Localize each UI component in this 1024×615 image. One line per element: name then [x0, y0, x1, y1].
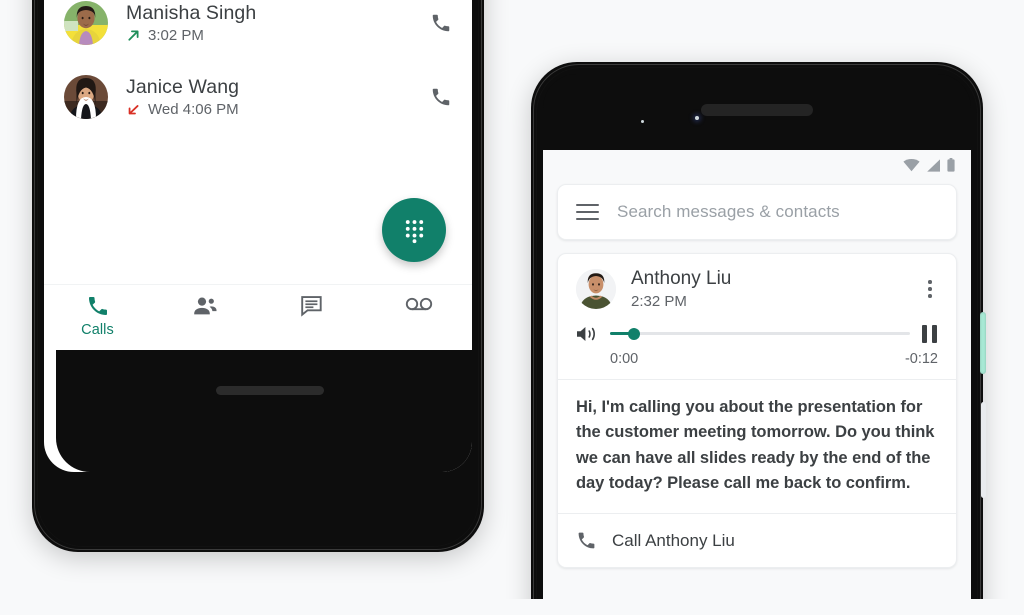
call-back-button[interactable]	[428, 10, 454, 36]
call-log-time: Wed 4:06 PM	[148, 101, 239, 119]
sidebar-item-label: Calls	[81, 322, 114, 338]
messages-icon	[301, 296, 322, 317]
voicemail-card: Anthony Liu 2:32 PM 0:00 -0:12 Hi, I'm c…	[557, 253, 957, 569]
phone-icon	[432, 88, 450, 106]
phone-icon	[88, 297, 107, 315]
speaker-icon	[577, 326, 595, 341]
call-log-name: Manisha Singh	[126, 1, 257, 24]
dialpad-fab-button[interactable]	[382, 198, 446, 262]
call-contact-action-label: Call Anthony Liu	[612, 530, 735, 550]
voicemail-seek-slider[interactable]	[610, 325, 910, 343]
voicemail-player-controls	[576, 324, 940, 344]
voicemail-header: Anthony Liu 2:32 PM	[558, 254, 956, 320]
voicemail-elapsed-time: 0:00	[610, 350, 639, 367]
right-phone-device: Search messages & contacts Anthony Liu 2…	[531, 62, 986, 615]
left-phone-screen: Tom Greer 6:25 PM	[44, 0, 472, 472]
dialpad-icon	[405, 219, 423, 243]
left-phone-device: Tom Greer 6:25 PM	[32, 0, 484, 552]
call-contact-action[interactable]: Call Anthony Liu	[558, 513, 956, 567]
call-log-subtitle: Wed 4:06 PM	[126, 101, 428, 118]
kebab-menu-icon[interactable]	[920, 280, 940, 298]
avatar-anthony-liu-icon	[576, 268, 616, 309]
call-log-row[interactable]: Manisha Singh 3:02 PM	[44, 0, 472, 60]
screenshot-stage: Tom Greer 6:25 PM	[0, 0, 1024, 615]
sensor-dot-icon	[641, 120, 644, 123]
pause-button[interactable]	[922, 324, 940, 343]
voicemail-contact-name: Anthony Liu	[631, 268, 732, 289]
right-phone-screen: Search messages & contacts Anthony Liu 2…	[543, 74, 971, 615]
avatar[interactable]	[64, 75, 108, 119]
call-log-name: Janice Wang	[126, 75, 240, 98]
call-log-meta: Janice Wang Wed 4:06 PM	[108, 76, 428, 118]
seek-thumb[interactable]	[628, 327, 640, 340]
notch-area	[543, 74, 971, 150]
voicemail-contact-block: Anthony Liu 2:32 PM	[616, 268, 920, 310]
sidebar-item-calls[interactable]: Calls	[44, 285, 151, 338]
search-bar[interactable]: Search messages & contacts	[557, 184, 957, 240]
seek-track	[610, 331, 910, 336]
arrow-down-left-icon	[128, 105, 139, 115]
call-log-list: Tom Greer 6:25 PM	[44, 0, 472, 134]
phone-icon	[432, 14, 450, 32]
status-bar	[543, 150, 971, 180]
power-button[interactable]	[980, 312, 986, 374]
phone-icon	[578, 532, 595, 549]
sidebar-item-contacts[interactable]	[151, 285, 258, 322]
cell-signal-icon	[927, 158, 940, 172]
sidebar-item-voicemail[interactable]	[365, 285, 472, 318]
arrow-up-right-icon	[128, 30, 139, 41]
volume-button[interactable]	[981, 402, 986, 498]
right-phone-ui: Search messages & contacts Anthony Liu 2…	[543, 150, 971, 615]
avatar[interactable]	[64, 1, 108, 45]
search-input[interactable]: Search messages & contacts	[617, 202, 840, 222]
avatar[interactable]	[576, 268, 616, 309]
avatar-janice-wang-icon	[64, 75, 108, 119]
contacts-icon	[193, 297, 216, 315]
bottom-navigation-bar: Calls	[44, 284, 472, 350]
left-phone-chin	[56, 350, 472, 472]
call-log-row[interactable]: Janice Wang Wed 4:06 PM	[44, 60, 472, 134]
battery-icon	[947, 158, 955, 172]
bottom-crop-mask	[0, 599, 1024, 615]
voicemail-player: 0:00 -0:12	[558, 320, 956, 379]
call-log-time: 3:02 PM	[148, 27, 204, 45]
call-log-subtitle: 3:02 PM	[126, 27, 428, 44]
voicemail-icon	[405, 297, 432, 311]
speaker-button[interactable]	[576, 324, 598, 344]
voicemail-transcript: Hi, I'm calling you about the presentati…	[558, 378, 956, 513]
voicemail-timestamp: 2:32 PM	[631, 292, 687, 310]
front-camera-icon	[695, 116, 699, 120]
call-back-button[interactable]	[428, 84, 454, 110]
voicemail-remaining-time: -0:12	[904, 350, 938, 367]
wifi-icon	[903, 158, 920, 171]
hamburger-menu-icon[interactable]	[576, 200, 599, 225]
sidebar-item-messages[interactable]	[258, 285, 365, 322]
call-log-meta: Manisha Singh 3:02 PM	[108, 2, 428, 44]
earpiece-speaker	[701, 104, 813, 116]
speaker-grill	[216, 386, 324, 395]
voicemail-time-row: 0:00 -0:12	[576, 351, 940, 367]
avatar-manisha-singh-icon	[64, 1, 108, 45]
